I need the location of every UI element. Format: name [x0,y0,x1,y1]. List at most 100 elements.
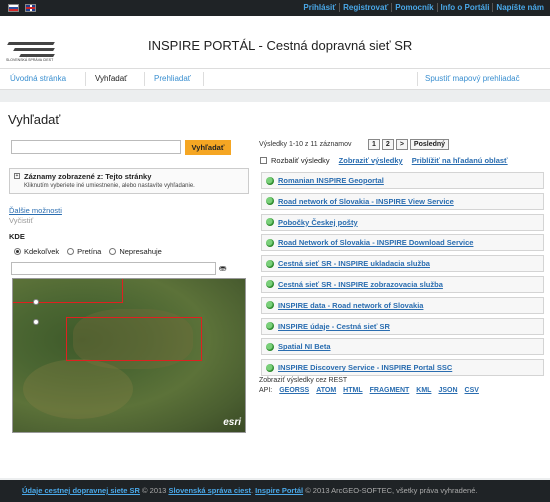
globe-icon [266,197,274,206]
list-item[interactable]: INSPIRE Discovery Service - INSPIRE Port… [261,359,544,377]
clear-link[interactable]: Vyčistiť [9,216,33,225]
main-nav: Úvodná stránka Vyhľadať Prehliadať Spust… [0,68,550,90]
results-summary: Výsledky 1-10 z 11 záznamov [259,141,352,148]
login-link[interactable]: Prihlásiť [300,3,336,12]
radio-label: Pretína [77,247,102,256]
result-title[interactable]: Road Network of Slovakia - INSPIRE Downl… [278,238,473,247]
search-button[interactable]: Vyhľadať [185,140,231,155]
radio-icon[interactable] [109,248,117,255]
search-map[interactable]: esri [12,278,246,433]
results-actions: Rozbaliť výsledky Zobraziť výsledky Prib… [260,156,508,165]
radio-within[interactable]: Nepresahuje [109,247,162,256]
expand-icon[interactable]: + [14,173,20,179]
spatial-filter-radios: Kdekoľvek Pretína Nepresahuje [14,247,170,256]
result-title[interactable]: Pobočky Českej pošty [278,218,358,227]
radio-icon[interactable] [67,248,75,255]
footer-copy: © 2013 [139,486,169,495]
footer: Údaje cestnej dopravnej siete SR © 2013 … [0,480,550,502]
more-options-link[interactable]: Ďalšie možnosti [9,206,62,215]
about-portal-link[interactable]: Info o Portáli [436,3,489,12]
tab-search[interactable]: Vyhľadať [95,74,127,83]
list-item[interactable]: Road Network of Slovakia - INSPIRE Downl… [261,234,544,252]
footer-link-ssc[interactable]: Slovenská správa ciest [168,486,251,495]
api-atom-link[interactable]: ATOM [316,387,336,394]
page-last[interactable]: Posledný [409,139,450,150]
top-links: Prihlásiť Registrovať Pomocník Info o Po… [297,3,544,12]
show-results-link[interactable]: Zobraziť výsledky [339,156,403,165]
result-title[interactable]: Road network of Slovakia - INSPIRE View … [278,197,454,206]
rest-label: Zobraziť výsledky cez REST [259,377,348,384]
globe-icon [266,342,274,351]
result-title[interactable]: INSPIRE data - Road network of Slovakia [278,301,423,310]
radio-label: Nepresahuje [119,247,162,256]
radio-selected-icon[interactable] [14,248,21,255]
list-item[interactable]: Pobočky Českej pošty [261,213,544,231]
records-source-title: Záznamy zobrazené z: Tejto stránky [24,172,152,181]
radio-label: Kdekoľvek [24,247,60,256]
globe-icon [266,322,274,331]
register-link[interactable]: Registrovať [339,3,388,12]
binoculars-icon[interactable]: ⛂ [219,263,231,273]
pagination: 1 2 > Posledný [368,139,451,150]
main-content: Vyhľadať Vyhľadať + Záznamy zobrazené z:… [0,102,550,478]
zoom-out-icon[interactable] [33,319,39,325]
esri-logo: esri [223,417,241,428]
api-kml-link[interactable]: KML [416,387,431,394]
list-item[interactable]: Spatial NI Beta [261,338,544,356]
search-input[interactable] [11,140,181,154]
list-item[interactable]: Road network of Slovakia - INSPIRE View … [261,192,544,210]
globe-icon [266,259,274,268]
page-1[interactable]: 1 [368,139,380,150]
api-html-link[interactable]: HTML [343,387,362,394]
api-json-link[interactable]: JSON [438,387,457,394]
result-title[interactable]: Cestná sieť SR - INSPIRE ukladacia služb… [278,259,430,268]
footer-text: Údaje cestnej dopravnej siete SR © 2013 … [22,486,477,495]
tab-browse[interactable]: Prehliadať [154,74,191,83]
page-title: INSPIRE PORTÁL - Cestná dopravná sieť SR [148,38,413,53]
slovak-flag-icon[interactable] [8,4,19,12]
list-item[interactable]: Cestná sieť SR - INSPIRE zobrazovacia sl… [261,275,544,293]
tab-home[interactable]: Úvodná stránka [10,74,66,83]
list-item[interactable]: Cestná sieť SR - INSPIRE ukladacia služb… [261,255,544,273]
radio-intersects[interactable]: Pretína [67,247,101,256]
result-title[interactable]: INSPIRE údaje - Cestná sieť SR [278,322,390,331]
expand-results-label: Rozbaliť výsledky [271,156,330,165]
zoom-to-area-link[interactable]: Priblížiť na hľadanú oblasť [412,156,508,165]
footer-copy: © 2013 ArcGEO-SOFTEC, všetky práva vyhra… [303,486,478,495]
api-georss-link[interactable]: GEORSS [279,387,309,394]
globe-icon [266,363,274,372]
api-label: API: [259,387,273,394]
footer-link-data[interactable]: Údaje cestnej dopravnej siete SR [22,486,140,495]
extent-box [13,279,123,303]
api-fragment-link[interactable]: FRAGMENT [370,387,410,394]
map-viewer-link[interactable]: Spustiť mapový prehliadač [425,74,520,83]
ssc-logo: SLOVENSKÁ SPRÁVA CIEST [6,38,56,70]
results-list: Romanian INSPIRE Geoportal Road network … [261,172,544,380]
page-2[interactable]: 2 [381,139,394,150]
globe-icon [266,301,274,310]
expand-results-checkbox[interactable] [260,157,267,164]
zoom-in-icon[interactable] [33,299,39,305]
result-title[interactable]: INSPIRE Discovery Service - INSPIRE Port… [278,363,452,372]
api-formats: API: GEORSS ATOM HTML FRAGMENT KML JSON … [259,387,479,394]
list-item[interactable]: Romanian INSPIRE Geoportal [261,172,544,189]
list-item[interactable]: INSPIRE údaje - Cestná sieť SR [261,317,544,335]
records-source-hint: Kliknutím vyberiete iné umiestnenie, ale… [24,183,195,189]
where-label: KDE [9,232,25,241]
english-flag-icon[interactable] [25,4,36,12]
api-csv-link[interactable]: CSV [465,387,479,394]
records-source-panel[interactable]: + Záznamy zobrazené z: Tejto stránky Kli… [9,168,249,194]
result-title[interactable]: Romanian INSPIRE Geoportal [278,176,384,185]
result-title[interactable]: Cestná sieť SR - INSPIRE zobrazovacia sl… [278,280,443,289]
list-item[interactable]: INSPIRE data - Road network of Slovakia [261,296,544,314]
globe-icon [266,280,274,289]
result-title[interactable]: Spatial NI Beta [278,342,331,351]
location-input[interactable] [11,262,216,275]
globe-icon [266,218,274,227]
help-link[interactable]: Pomocník [391,3,434,12]
logo-text: SLOVENSKÁ SPRÁVA CIEST [6,58,54,62]
page-next[interactable]: > [395,139,408,150]
radio-anywhere[interactable]: Kdekoľvek [14,247,59,256]
footer-link-portal[interactable]: Inspire Portál [255,486,303,495]
contact-link[interactable]: Napíšte nám [492,3,544,12]
